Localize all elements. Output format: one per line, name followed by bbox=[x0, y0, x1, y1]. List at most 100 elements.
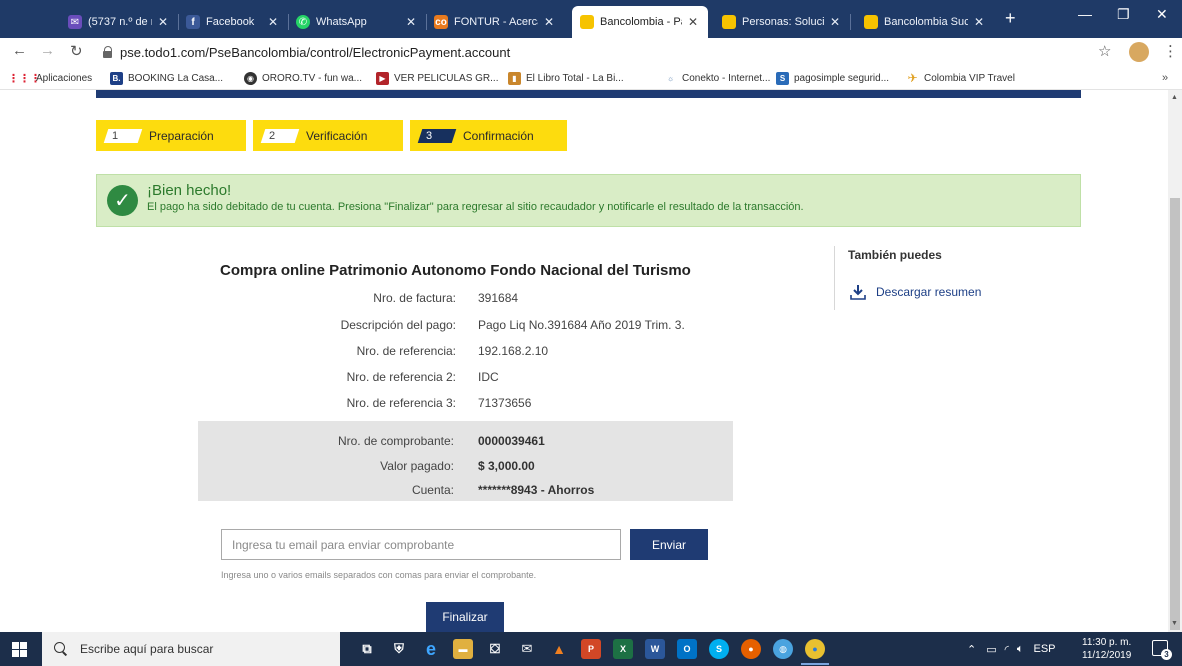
browser-tab-bancolombia-pago[interactable]: Bancolombia - Pa ✕ bbox=[572, 6, 708, 38]
download-summary-link[interactable]: Descargar resumen bbox=[850, 284, 981, 300]
bookmark-libro-total[interactable]: ▮ El Libro Total - La Bi... bbox=[508, 70, 624, 86]
receipt-row-descripcion: Descripción del pago: Pago Liq No.391684… bbox=[200, 318, 760, 334]
bookmark-conekto[interactable]: ☼ Conekto - Internet... bbox=[664, 70, 771, 86]
restore-button[interactable]: ❐ bbox=[1117, 6, 1130, 23]
bookmark-ororo[interactable]: ◉ ORORO.TV - fun wa... bbox=[244, 70, 362, 86]
bookmarks-overflow-button[interactable]: » bbox=[1162, 72, 1168, 84]
browser-tab-sucursal[interactable]: Bancolombia Sucu ✕ bbox=[856, 6, 994, 38]
receipt-row-referencia: Nro. de referencia: 192.168.2.10 bbox=[200, 344, 760, 360]
row-label: Nro. de referencia 3: bbox=[346, 396, 456, 410]
task-view-icon[interactable]: ⧉ bbox=[357, 639, 377, 659]
tray-overflow-icon[interactable]: ⌃ bbox=[967, 643, 976, 656]
browser-tab-facebook[interactable]: f Facebook ✕ bbox=[178, 6, 288, 38]
tab-label: Bancolombia Sucu bbox=[884, 16, 968, 28]
bookmark-label: ORORO.TV - fun wa... bbox=[262, 72, 363, 84]
firefox-icon[interactable]: ● bbox=[741, 639, 761, 659]
vlc-icon[interactable]: ▲ bbox=[549, 639, 569, 659]
receipt-row-referencia-3: Nro. de referencia 3: 71373656 bbox=[200, 396, 760, 412]
send-button[interactable]: Enviar bbox=[630, 529, 708, 560]
excel-icon[interactable]: X bbox=[613, 639, 633, 659]
close-icon[interactable]: ✕ bbox=[974, 15, 986, 29]
close-icon[interactable]: ✕ bbox=[268, 15, 280, 29]
tab-label: FONTUR - Acerca bbox=[454, 16, 538, 28]
bookmark-booking[interactable]: B. BOOKING La Casa... bbox=[110, 70, 223, 86]
word-icon[interactable]: W bbox=[645, 639, 665, 659]
row-label: Nro. de comprobante: bbox=[337, 434, 454, 448]
tab-separator bbox=[850, 14, 851, 30]
profile-avatar[interactable] bbox=[1129, 42, 1149, 62]
tab-label: Facebook bbox=[206, 16, 255, 28]
taskbar-search-placeholder: Escribe aquí para buscar bbox=[80, 642, 214, 656]
browser-tab-gmail[interactable]: ✉ (5737 n.º de no le ✕ bbox=[60, 6, 178, 38]
store-icon[interactable]: ⛋ bbox=[485, 639, 505, 659]
scrollbar-thumb[interactable] bbox=[1170, 198, 1180, 630]
row-label: Descripción del pago: bbox=[340, 318, 456, 332]
row-value: 0000039461 bbox=[478, 434, 545, 448]
windows-taskbar: Escribe aquí para buscar ⧉ ⛨ e ▬ ⛋ ✉ ▲ P… bbox=[0, 632, 1182, 666]
close-window-button[interactable]: ✕ bbox=[1156, 6, 1168, 23]
step-number: 3 bbox=[417, 128, 457, 143]
powerpoint-icon[interactable]: P bbox=[581, 639, 601, 659]
battery-icon[interactable]: ▭ bbox=[986, 643, 996, 656]
row-label: Cuenta: bbox=[411, 483, 454, 497]
row-value: IDC bbox=[478, 370, 499, 384]
edge-icon[interactable]: e bbox=[421, 639, 441, 659]
volume-icon[interactable]: 🔈︎ bbox=[1017, 643, 1024, 656]
success-alert: ✓ ¡Bien hecho! El pago ha sido debitado … bbox=[96, 174, 1081, 227]
back-button[interactable]: ← bbox=[12, 42, 27, 59]
bookmark-star-icon[interactable]: ☆ bbox=[1098, 42, 1111, 60]
alert-message: El pago ha sido debitado de tu cuenta. P… bbox=[147, 201, 804, 213]
page-scrollbar[interactable]: ▲ ▼ bbox=[1168, 90, 1182, 632]
skype-icon[interactable]: S bbox=[709, 639, 729, 659]
row-value: *******8943 - Ahorros bbox=[478, 483, 595, 497]
notification-center-icon[interactable]: 3 bbox=[1152, 640, 1172, 660]
bancolombia-icon bbox=[580, 15, 594, 29]
minimize-button[interactable]: — bbox=[1078, 6, 1092, 22]
forward-button[interactable]: → bbox=[40, 42, 55, 59]
shield-icon[interactable]: ⛨ bbox=[389, 639, 409, 659]
language-indicator[interactable]: ESP bbox=[1034, 643, 1056, 655]
address-bar[interactable]: pse.todo1.com/PseBancolombia/control/Ele… bbox=[102, 41, 1102, 63]
step-confirmacion: 3 Confirmación bbox=[410, 120, 567, 151]
bookmark-aplicaciones[interactable]: ⋮⋮⋮ Aplicaciones bbox=[8, 70, 92, 86]
taskbar-clock[interactable]: 11:30 p. m. 11/12/2019 bbox=[1082, 636, 1131, 662]
row-value: 192.168.2.10 bbox=[478, 344, 549, 358]
browser-menu-icon[interactable]: ⋮ bbox=[1163, 42, 1178, 60]
close-icon[interactable]: ✕ bbox=[406, 15, 418, 29]
new-tab-button[interactable]: + bbox=[1005, 8, 1016, 29]
header-stripe bbox=[96, 90, 1081, 98]
scroll-up-icon[interactable]: ▲ bbox=[1171, 94, 1178, 101]
close-icon[interactable]: ✕ bbox=[688, 15, 700, 29]
step-label: Confirmación bbox=[463, 128, 534, 143]
close-icon[interactable]: ✕ bbox=[830, 15, 842, 29]
file-explorer-icon[interactable]: ▬ bbox=[453, 639, 473, 659]
bookmark-colombia-vip[interactable]: ✈ Colombia VIP Travel bbox=[906, 70, 1015, 86]
step-label: Verificación bbox=[306, 128, 368, 143]
close-icon[interactable]: ✕ bbox=[544, 15, 556, 29]
aside-title: También puedes bbox=[848, 248, 942, 262]
browser-toolbar: ← → ↻ pse.todo1.com/PseBancolombia/contr… bbox=[0, 38, 1182, 66]
alert-title: ¡Bien hecho! bbox=[147, 182, 232, 199]
scroll-down-icon[interactable]: ▼ bbox=[1171, 620, 1178, 627]
bookmark-pagosimple[interactable]: S pagosimple segurid... bbox=[776, 70, 889, 86]
tab-label: Personas: Solucion bbox=[742, 16, 824, 28]
windows-start-icon[interactable] bbox=[12, 642, 27, 657]
browser-tab-whatsapp[interactable]: ✆ WhatsApp ✕ bbox=[288, 6, 426, 38]
clock-time: 11:30 p. m. bbox=[1082, 637, 1132, 648]
chrome-icon[interactable]: ● bbox=[805, 639, 825, 659]
wifi-icon[interactable]: ◜ bbox=[1005, 643, 1009, 656]
reload-button[interactable]: ↻ bbox=[70, 42, 83, 60]
whatsapp-icon: ✆ bbox=[296, 15, 310, 29]
mail-icon[interactable]: ✉ bbox=[517, 639, 537, 659]
close-icon[interactable]: ✕ bbox=[158, 15, 170, 29]
globe-icon[interactable]: ◍ bbox=[773, 639, 793, 659]
outlook-icon[interactable]: O bbox=[677, 639, 697, 659]
browser-tab-personas[interactable]: Personas: Solucion ✕ bbox=[714, 6, 850, 38]
email-input[interactable] bbox=[221, 529, 621, 560]
browser-tab-fontur[interactable]: co FONTUR - Acerca ✕ bbox=[426, 6, 564, 38]
finish-button[interactable]: Finalizar bbox=[426, 602, 504, 632]
taskbar-search[interactable]: Escribe aquí para buscar bbox=[42, 632, 340, 666]
movies-icon: ▶ bbox=[376, 71, 389, 85]
row-value: $ 3,000.00 bbox=[478, 459, 535, 473]
bookmark-peliculas[interactable]: ▶ VER PELICULAS GR... bbox=[376, 70, 498, 86]
